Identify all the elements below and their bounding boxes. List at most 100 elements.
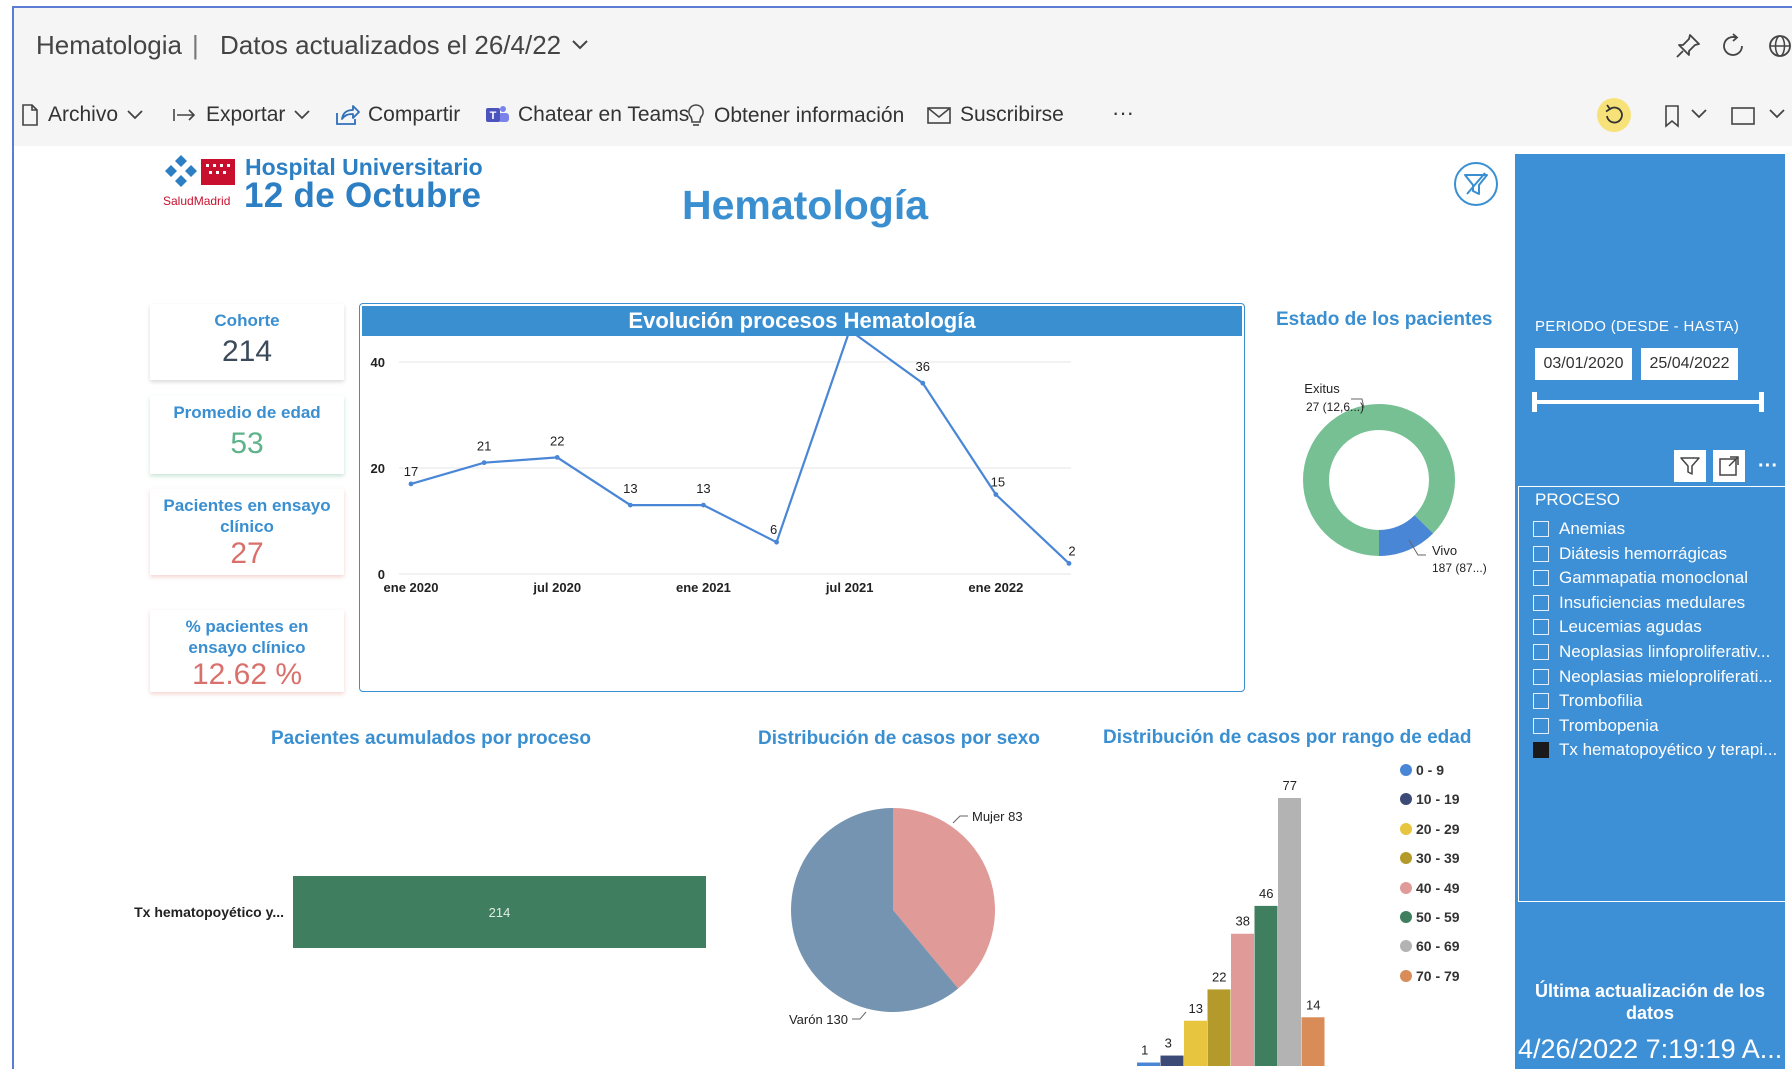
chevron-down-icon[interactable] bbox=[570, 38, 590, 52]
proceso-option[interactable]: Neoplasias linfoproliferativ... bbox=[1533, 642, 1770, 662]
archivo-menu[interactable]: Archivo bbox=[20, 103, 144, 127]
date-to-input[interactable]: 25/04/2022 bbox=[1641, 348, 1738, 380]
chevron-down-icon[interactable] bbox=[1690, 108, 1708, 120]
sex-pie-chart-title: Distribución de casos por sexo bbox=[758, 728, 1040, 749]
checkbox[interactable] bbox=[1533, 619, 1549, 636]
slice-value: 27 (12,6...) bbox=[1306, 400, 1364, 414]
compartir-button[interactable]: Compartir bbox=[334, 103, 460, 127]
checkbox[interactable] bbox=[1533, 717, 1549, 734]
legend-label: 10 - 19 bbox=[1416, 791, 1460, 808]
legend-item[interactable]: 20 - 29 bbox=[1400, 821, 1460, 837]
pie-chart-sexo[interactable]: Mujer 83 Varón 130 bbox=[760, 790, 1050, 1040]
proceso-label: PROCESO bbox=[1535, 490, 1621, 509]
date-range-slider[interactable] bbox=[1531, 390, 1765, 414]
proceso-option[interactable]: Diátesis hemorrágicas bbox=[1533, 544, 1727, 564]
legend-swatch bbox=[1400, 822, 1412, 835]
bar[interactable] bbox=[1184, 1020, 1207, 1066]
reset-icon[interactable] bbox=[1596, 97, 1632, 133]
filter-visual-button[interactable] bbox=[1674, 450, 1706, 482]
exportar-menu[interactable]: Exportar bbox=[172, 103, 311, 127]
legend-swatch bbox=[1400, 764, 1412, 776]
bar[interactable] bbox=[1278, 798, 1301, 1066]
date-from-input[interactable]: 03/01/2020 bbox=[1535, 348, 1632, 380]
legend-item[interactable]: 50 - 59 bbox=[1400, 909, 1460, 925]
globe-icon[interactable] bbox=[1766, 32, 1792, 60]
data-point[interactable] bbox=[701, 502, 706, 508]
pin-icon[interactable] bbox=[1674, 32, 1702, 60]
donut-chart-estado[interactable]: Exitus 27 (12,6...) Vivo 187 (87...) bbox=[1270, 375, 1515, 585]
legend-label: 0 - 9 bbox=[1416, 762, 1445, 778]
proceso-option[interactable]: Leucemias agudas bbox=[1533, 617, 1702, 637]
view-icon[interactable] bbox=[1730, 105, 1756, 127]
proceso-option-label: Tx hematopoyético y terapi... bbox=[1559, 740, 1778, 760]
checkbox[interactable] bbox=[1533, 668, 1549, 685]
data-point[interactable] bbox=[993, 492, 999, 497]
more-options-button[interactable]: ··· bbox=[1112, 100, 1134, 126]
legend-label: 70 - 79 bbox=[1416, 967, 1460, 984]
bar[interactable] bbox=[1160, 1055, 1184, 1066]
bar[interactable] bbox=[1301, 1017, 1325, 1066]
bar-value-label: 214 bbox=[489, 905, 511, 920]
data-label: 21 bbox=[477, 439, 491, 454]
proceso-option[interactable]: Trombopenia bbox=[1533, 716, 1659, 736]
data-point[interactable] bbox=[1066, 561, 1072, 566]
focus-mode-button[interactable] bbox=[1713, 450, 1745, 482]
data-point[interactable] bbox=[481, 460, 487, 466]
checkbox[interactable] bbox=[1533, 693, 1549, 710]
legend-item[interactable]: 30 - 39 bbox=[1400, 850, 1460, 866]
data-point[interactable] bbox=[627, 502, 633, 508]
data-label: 17 bbox=[404, 464, 418, 479]
proceso-option[interactable]: Tx hematopoyético y terapi... bbox=[1533, 740, 1777, 760]
checkbox[interactable] bbox=[1533, 742, 1549, 759]
bar-value-label: 46 bbox=[1259, 886, 1273, 901]
proceso-option[interactable]: Insuficiencias medulares bbox=[1533, 593, 1745, 613]
data-point[interactable] bbox=[408, 481, 414, 487]
bar[interactable] bbox=[1137, 1062, 1160, 1066]
chatear-teams-button[interactable]: T Chatear en Teams bbox=[484, 103, 689, 127]
suscribirse-button[interactable]: Suscribirse bbox=[926, 103, 1064, 127]
checkbox[interactable] bbox=[1533, 570, 1549, 587]
last-update-label: Última actualización de los datos bbox=[1534, 981, 1766, 1023]
bar[interactable] bbox=[1207, 989, 1231, 1066]
clear-filters-button[interactable] bbox=[1454, 162, 1498, 206]
share-icon bbox=[336, 105, 360, 125]
legend-item[interactable]: 10 - 19 bbox=[1400, 791, 1460, 807]
legend-swatch bbox=[1400, 852, 1412, 865]
bar[interactable] bbox=[1254, 905, 1278, 1066]
proceso-option-label: Trombofilia bbox=[1559, 691, 1643, 711]
bar[interactable] bbox=[1231, 933, 1254, 1066]
more-options-icon[interactable]: ··· bbox=[1752, 450, 1784, 482]
checkbox[interactable] bbox=[1533, 521, 1549, 537]
bar-value-label: 14 bbox=[1306, 997, 1320, 1012]
hbar-chart-procesos[interactable]: 214 Tx hematopoyético y... bbox=[120, 860, 720, 970]
legend-item[interactable]: 70 - 79 bbox=[1400, 968, 1460, 984]
y-tick-label: 40 bbox=[371, 355, 385, 370]
proceso-option[interactable]: Trombofilia bbox=[1533, 691, 1642, 711]
obtener-informacion-button[interactable]: Obtener información bbox=[686, 103, 904, 129]
proceso-option[interactable]: Anemias bbox=[1533, 519, 1625, 539]
data-point[interactable] bbox=[554, 455, 560, 460]
checkbox[interactable] bbox=[1533, 545, 1549, 562]
bookmark-icon[interactable] bbox=[1662, 104, 1682, 128]
data-updated-label[interactable]: Datos actualizados el 26/4/22 bbox=[220, 30, 561, 61]
bar-chart-edad[interactable]: 1 3132238467714 bbox=[1120, 760, 1340, 1069]
chevron-down-icon[interactable] bbox=[1768, 108, 1786, 120]
proceso-option[interactable]: Gammapatia monoclonal bbox=[1533, 568, 1748, 588]
refresh-icon[interactable] bbox=[1720, 32, 1748, 60]
proceso-option[interactable]: Neoplasias mieloproliferati... bbox=[1533, 667, 1773, 687]
y-tick-label: 20 bbox=[371, 461, 385, 476]
data-label: 6 bbox=[770, 522, 777, 537]
legend-item[interactable]: 0 - 9 bbox=[1400, 762, 1444, 778]
checkbox[interactable] bbox=[1533, 594, 1549, 611]
kpi-value: 12.62 % bbox=[191, 658, 303, 691]
legend-item[interactable]: 40 - 49 bbox=[1400, 880, 1460, 896]
line-chart-evolucion[interactable]: 02040172122131364636152ene 2020jul 2020e… bbox=[359, 336, 1245, 690]
legend-item[interactable]: 60 - 69 bbox=[1400, 938, 1460, 954]
bar-value-label: 13 bbox=[1189, 1001, 1203, 1016]
data-point[interactable] bbox=[920, 380, 926, 386]
data-point[interactable] bbox=[774, 539, 779, 545]
checkbox[interactable] bbox=[1533, 644, 1549, 660]
proceso-option-label: Trombopenia bbox=[1559, 715, 1659, 735]
periodo-label: PERIODO (DESDE - HASTA) bbox=[1535, 318, 1740, 335]
category-label: Tx hematopoyético y... bbox=[134, 904, 284, 920]
